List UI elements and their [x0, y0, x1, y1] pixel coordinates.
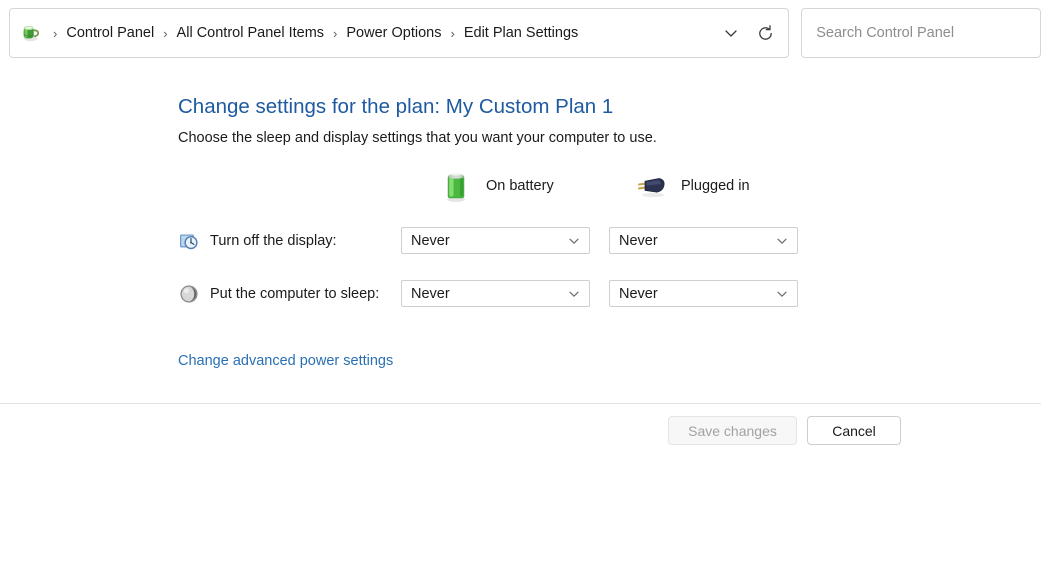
dropdown-sleep-on-battery[interactable]: Never — [401, 280, 590, 307]
breadcrumb-separator-3: › — [450, 25, 455, 41]
chevron-down-icon — [775, 287, 789, 301]
address-bar: › Control Panel › All Control Panel Item… — [0, 8, 1041, 58]
breadcrumb-item-all-control-panel-items[interactable]: All Control Panel Items — [175, 22, 326, 44]
cancel-button[interactable]: Cancel — [807, 416, 901, 445]
save-changes-button[interactable]: Save changes — [668, 416, 797, 445]
setting-row-put-computer-to-sleep: Put the computer to sleep: — [178, 279, 379, 309]
power-plan-icon — [20, 22, 42, 44]
breadcrumb-separator-0: › — [53, 25, 58, 41]
dropdown-turn-off-display-on-battery[interactable]: Never — [401, 227, 590, 254]
setting-row-turn-off-display: Turn off the display: — [178, 226, 337, 256]
battery-icon — [440, 168, 474, 204]
power-plug-icon — [633, 171, 669, 201]
search-input[interactable] — [814, 24, 1028, 42]
display-clock-icon — [178, 230, 200, 252]
dropdown-value-sleep-on-battery: Never — [411, 285, 450, 302]
sleep-moon-icon — [178, 283, 200, 305]
breadcrumb-item-edit-plan-settings[interactable]: Edit Plan Settings — [462, 22, 580, 44]
column-header-label-plugged-in: Plugged in — [681, 178, 750, 194]
breadcrumb-item-power-options[interactable]: Power Options — [344, 22, 443, 44]
breadcrumb-item-control-panel[interactable]: Control Panel — [64, 22, 156, 44]
setting-label-put-computer-to-sleep: Put the computer to sleep: — [210, 286, 380, 302]
search-box[interactable] — [801, 8, 1041, 58]
dropdown-turn-off-display-plugged-in[interactable]: Never — [609, 227, 798, 254]
chevron-down-icon — [775, 234, 789, 248]
chevron-down-icon — [567, 234, 581, 248]
main-content: Change settings for the plan: My Custom … — [0, 58, 1041, 403]
dropdown-value-sleep-plugged-in: Never — [619, 285, 658, 302]
column-header-plugged-in: Plugged in — [633, 168, 750, 204]
setting-label-turn-off-display: Turn off the display: — [210, 233, 337, 249]
column-header-label-on-battery: On battery — [486, 178, 554, 194]
dropdown-value-turn-off-display-on-battery: Never — [411, 232, 450, 249]
chevron-down-icon — [722, 24, 740, 42]
change-advanced-power-settings-link[interactable]: Change advanced power settings — [178, 353, 393, 369]
refresh-icon — [756, 24, 775, 43]
column-headers: On battery Plugged in — [178, 168, 878, 208]
breadcrumb[interactable]: › Control Panel › All Control Panel Item… — [9, 8, 790, 58]
page-subtitle: Choose the sleep and display settings th… — [178, 130, 657, 146]
chevron-down-icon — [567, 287, 581, 301]
footer-buttons: Save changes Cancel — [0, 404, 1041, 462]
breadcrumb-separator-2: › — [333, 25, 338, 41]
history-dropdown-button[interactable] — [714, 16, 748, 50]
column-header-on-battery: On battery — [440, 168, 554, 204]
page-title: Change settings for the plan: My Custom … — [178, 95, 614, 118]
dropdown-value-turn-off-display-plugged-in: Never — [619, 232, 658, 249]
dropdown-sleep-plugged-in[interactable]: Never — [609, 280, 798, 307]
refresh-button[interactable] — [748, 16, 782, 50]
breadcrumb-separator-1: › — [163, 25, 168, 41]
